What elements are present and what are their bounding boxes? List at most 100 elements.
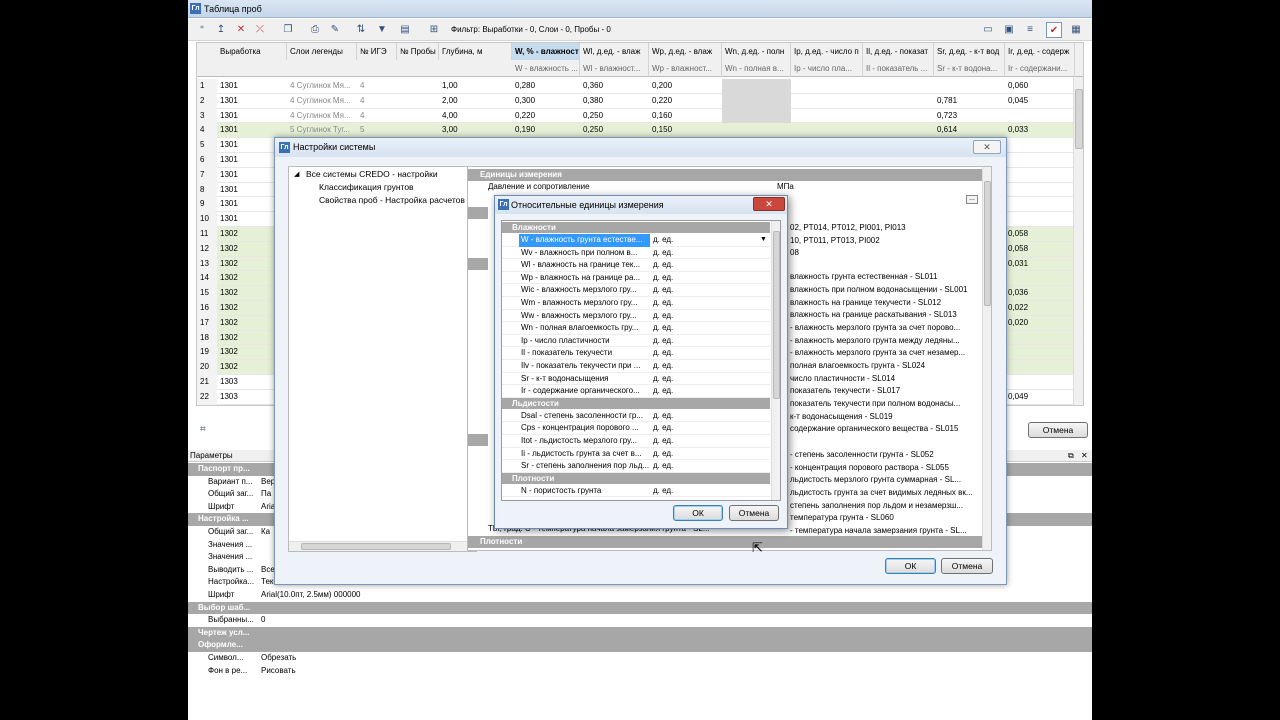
- table-cell[interactable]: 15: [197, 286, 217, 301]
- unit-value[interactable]: д. ед.: [653, 310, 673, 323]
- settings-ok-button[interactable]: ОК: [885, 558, 936, 574]
- property-value[interactable]: - концентрация порового раствора - SL055: [790, 462, 980, 475]
- check-icon[interactable]: ✔: [1046, 22, 1062, 38]
- unit-row[interactable]: Ii - льдистость грунта за счет в... д. ед…: [502, 448, 770, 461]
- column-subheader[interactable]: Sr - к-т водона...: [934, 60, 1005, 77]
- column-header[interactable]: W, % - влажност: [512, 43, 580, 60]
- tree-expand-icon[interactable]: ◢: [294, 170, 299, 178]
- table-cell[interactable]: 0,036: [1005, 286, 1075, 301]
- table-cell[interactable]: [397, 94, 439, 109]
- table-cell[interactable]: 0,150: [649, 123, 722, 138]
- table-cell[interactable]: 5: [357, 123, 397, 138]
- parameter-value[interactable]: Рисовать: [261, 665, 296, 678]
- settings-cancel-button[interactable]: Отмена: [941, 558, 993, 574]
- property-value[interactable]: - влажность мерзлого грунта между ледяны…: [790, 335, 980, 348]
- tree-item-properties[interactable]: Свойства проб - Настройка расчетов: [319, 195, 477, 205]
- close-panel-icon[interactable]: ✕: [1081, 450, 1088, 462]
- table-cell[interactable]: 1,00: [439, 79, 512, 94]
- parameter-row[interactable]: Символ... Обрезать: [188, 652, 368, 665]
- tools-icon[interactable]: ✎: [327, 22, 343, 38]
- table-cell[interactable]: [1005, 331, 1075, 346]
- table-cell[interactable]: 0,614: [934, 123, 1005, 138]
- table-cell[interactable]: 4,00: [439, 109, 512, 124]
- table-cell[interactable]: [397, 79, 439, 94]
- unit-value[interactable]: д. ед.: [653, 284, 673, 297]
- unit-value[interactable]: д. ед.: [653, 385, 673, 398]
- column-subheader[interactable]: Wn - полная в...: [722, 60, 791, 77]
- unit-row[interactable]: Sr - степень заполнения пор льд... д. ед.: [502, 460, 770, 473]
- parameter-value[interactable]: Па: [261, 488, 271, 501]
- table-cell[interactable]: [863, 123, 934, 138]
- property-value[interactable]: льдистость грунта за счет видимых ледяны…: [790, 487, 980, 500]
- property-value[interactable]: показатель текучести при полном водонасы…: [790, 398, 980, 411]
- unit-value[interactable]: д. ед.: [653, 460, 673, 473]
- units-group-header[interactable]: Льдистости: [502, 397, 770, 409]
- column-subheader[interactable]: W - влажность ...: [512, 60, 580, 77]
- restore-icon[interactable]: ⧉: [1068, 450, 1074, 462]
- table-cell[interactable]: 0,781: [934, 94, 1005, 109]
- table-cell[interactable]: 4 Суглинок Мя...: [287, 94, 357, 109]
- property-value[interactable]: влажность грунта естественная - SL011: [790, 271, 980, 284]
- sheet2-icon[interactable]: ▣: [1001, 22, 1017, 38]
- grid-icon[interactable]: ▦: [1068, 22, 1084, 38]
- table-cell[interactable]: 21: [197, 375, 217, 390]
- unit-value[interactable]: д. ед.: [653, 247, 673, 260]
- table-cell[interactable]: 8: [197, 182, 217, 198]
- table-cell[interactable]: 1301: [217, 109, 287, 124]
- property-value[interactable]: - степень засоленности грунта - SL052: [790, 449, 980, 462]
- units-cancel-button[interactable]: Отмена: [729, 505, 779, 521]
- unit-row[interactable]: Wp - влажность на границе ра... д. ед.: [502, 272, 770, 285]
- tree-item-root[interactable]: Все системы CREDO - настройки: [306, 169, 438, 179]
- column-header[interactable]: Ip, д.ед. - число п: [791, 43, 863, 60]
- property-value[interactable]: 08: [790, 247, 980, 260]
- table-cell[interactable]: 0,220: [649, 94, 722, 109]
- units-group-header[interactable]: Единицы измерения: [468, 169, 982, 181]
- units-group-header[interactable]: Влажности: [502, 222, 770, 233]
- table-cell[interactable]: [863, 94, 934, 109]
- table-cell[interactable]: [791, 123, 863, 138]
- table-cell[interactable]: [1005, 345, 1075, 360]
- table-cell[interactable]: 22: [197, 389, 217, 405]
- column-subheader[interactable]: Wp - влажност...: [649, 60, 722, 77]
- table-cell[interactable]: 1301: [217, 94, 287, 109]
- unit-value[interactable]: д. ед.: [653, 485, 673, 498]
- unit-row[interactable]: Wl - влажность на границе тек... д. ед.: [502, 259, 770, 272]
- table-cell[interactable]: 17: [197, 315, 217, 331]
- table-cell[interactable]: 16: [197, 301, 217, 316]
- parameter-group[interactable]: Выбор шаб...: [188, 601, 1092, 615]
- unit-value[interactable]: д. ед.: [653, 347, 673, 360]
- table-cell[interactable]: 0,020: [1005, 316, 1075, 331]
- unit-row[interactable]: Ilv - показатель текучести при ... д. ед.: [502, 360, 770, 373]
- grid-vertical-scrollbar[interactable]: [1073, 77, 1083, 405]
- table-cell[interactable]: 0,250: [580, 123, 649, 138]
- property-value[interactable]: степень заполнения пор льдом и незамерзш…: [790, 500, 980, 513]
- column-header[interactable]: Sr, д.ед. - к-т вод: [934, 43, 1005, 60]
- column-header[interactable]: Wl, д.ед. - влаж: [580, 43, 649, 60]
- parameter-row[interactable]: Шрифт Arial(10.0пт, 2.5мм) 000000: [188, 589, 368, 602]
- parameter-group[interactable]: Оформле...: [188, 639, 1092, 652]
- table-cell[interactable]: 0,280: [512, 79, 580, 94]
- table-cell[interactable]: 4: [357, 109, 397, 124]
- group-header-4[interactable]: [468, 434, 488, 446]
- table-cell[interactable]: [722, 79, 791, 94]
- table-cell[interactable]: [722, 108, 791, 124]
- table-cell[interactable]: 0,033: [1005, 123, 1075, 138]
- table-cell[interactable]: 5 Суглинок Туг...: [287, 123, 357, 138]
- table-cell[interactable]: 0,160: [649, 109, 722, 124]
- property-value[interactable]: 10, PT011, PT013, PI002: [790, 235, 980, 248]
- report-icon[interactable]: ▤: [397, 22, 413, 38]
- group-header-3[interactable]: [468, 258, 488, 270]
- unit-value[interactable]: д. ед.: [653, 259, 673, 272]
- property-value[interactable]: влажность на границе раскатывания - SL01…: [790, 309, 980, 322]
- parameter-value[interactable]: Ка: [261, 526, 270, 539]
- table-cell[interactable]: 6: [197, 153, 217, 168]
- table-cell[interactable]: 5: [197, 138, 217, 153]
- insert-row-icon[interactable]: ↥: [213, 22, 229, 38]
- export-icon[interactable]: ⊞: [426, 22, 442, 38]
- column-subheader[interactable]: Il - показатель ...: [863, 60, 934, 77]
- property-value[interactable]: содержание органического вещества - SL01…: [790, 423, 980, 436]
- parameter-row[interactable]: Выбранны... 0: [188, 614, 368, 627]
- unit-row[interactable]: Ir - содержание органического... д. ед.: [502, 385, 770, 398]
- table-cell[interactable]: 0,300: [512, 94, 580, 109]
- table-cell[interactable]: 11: [197, 227, 217, 242]
